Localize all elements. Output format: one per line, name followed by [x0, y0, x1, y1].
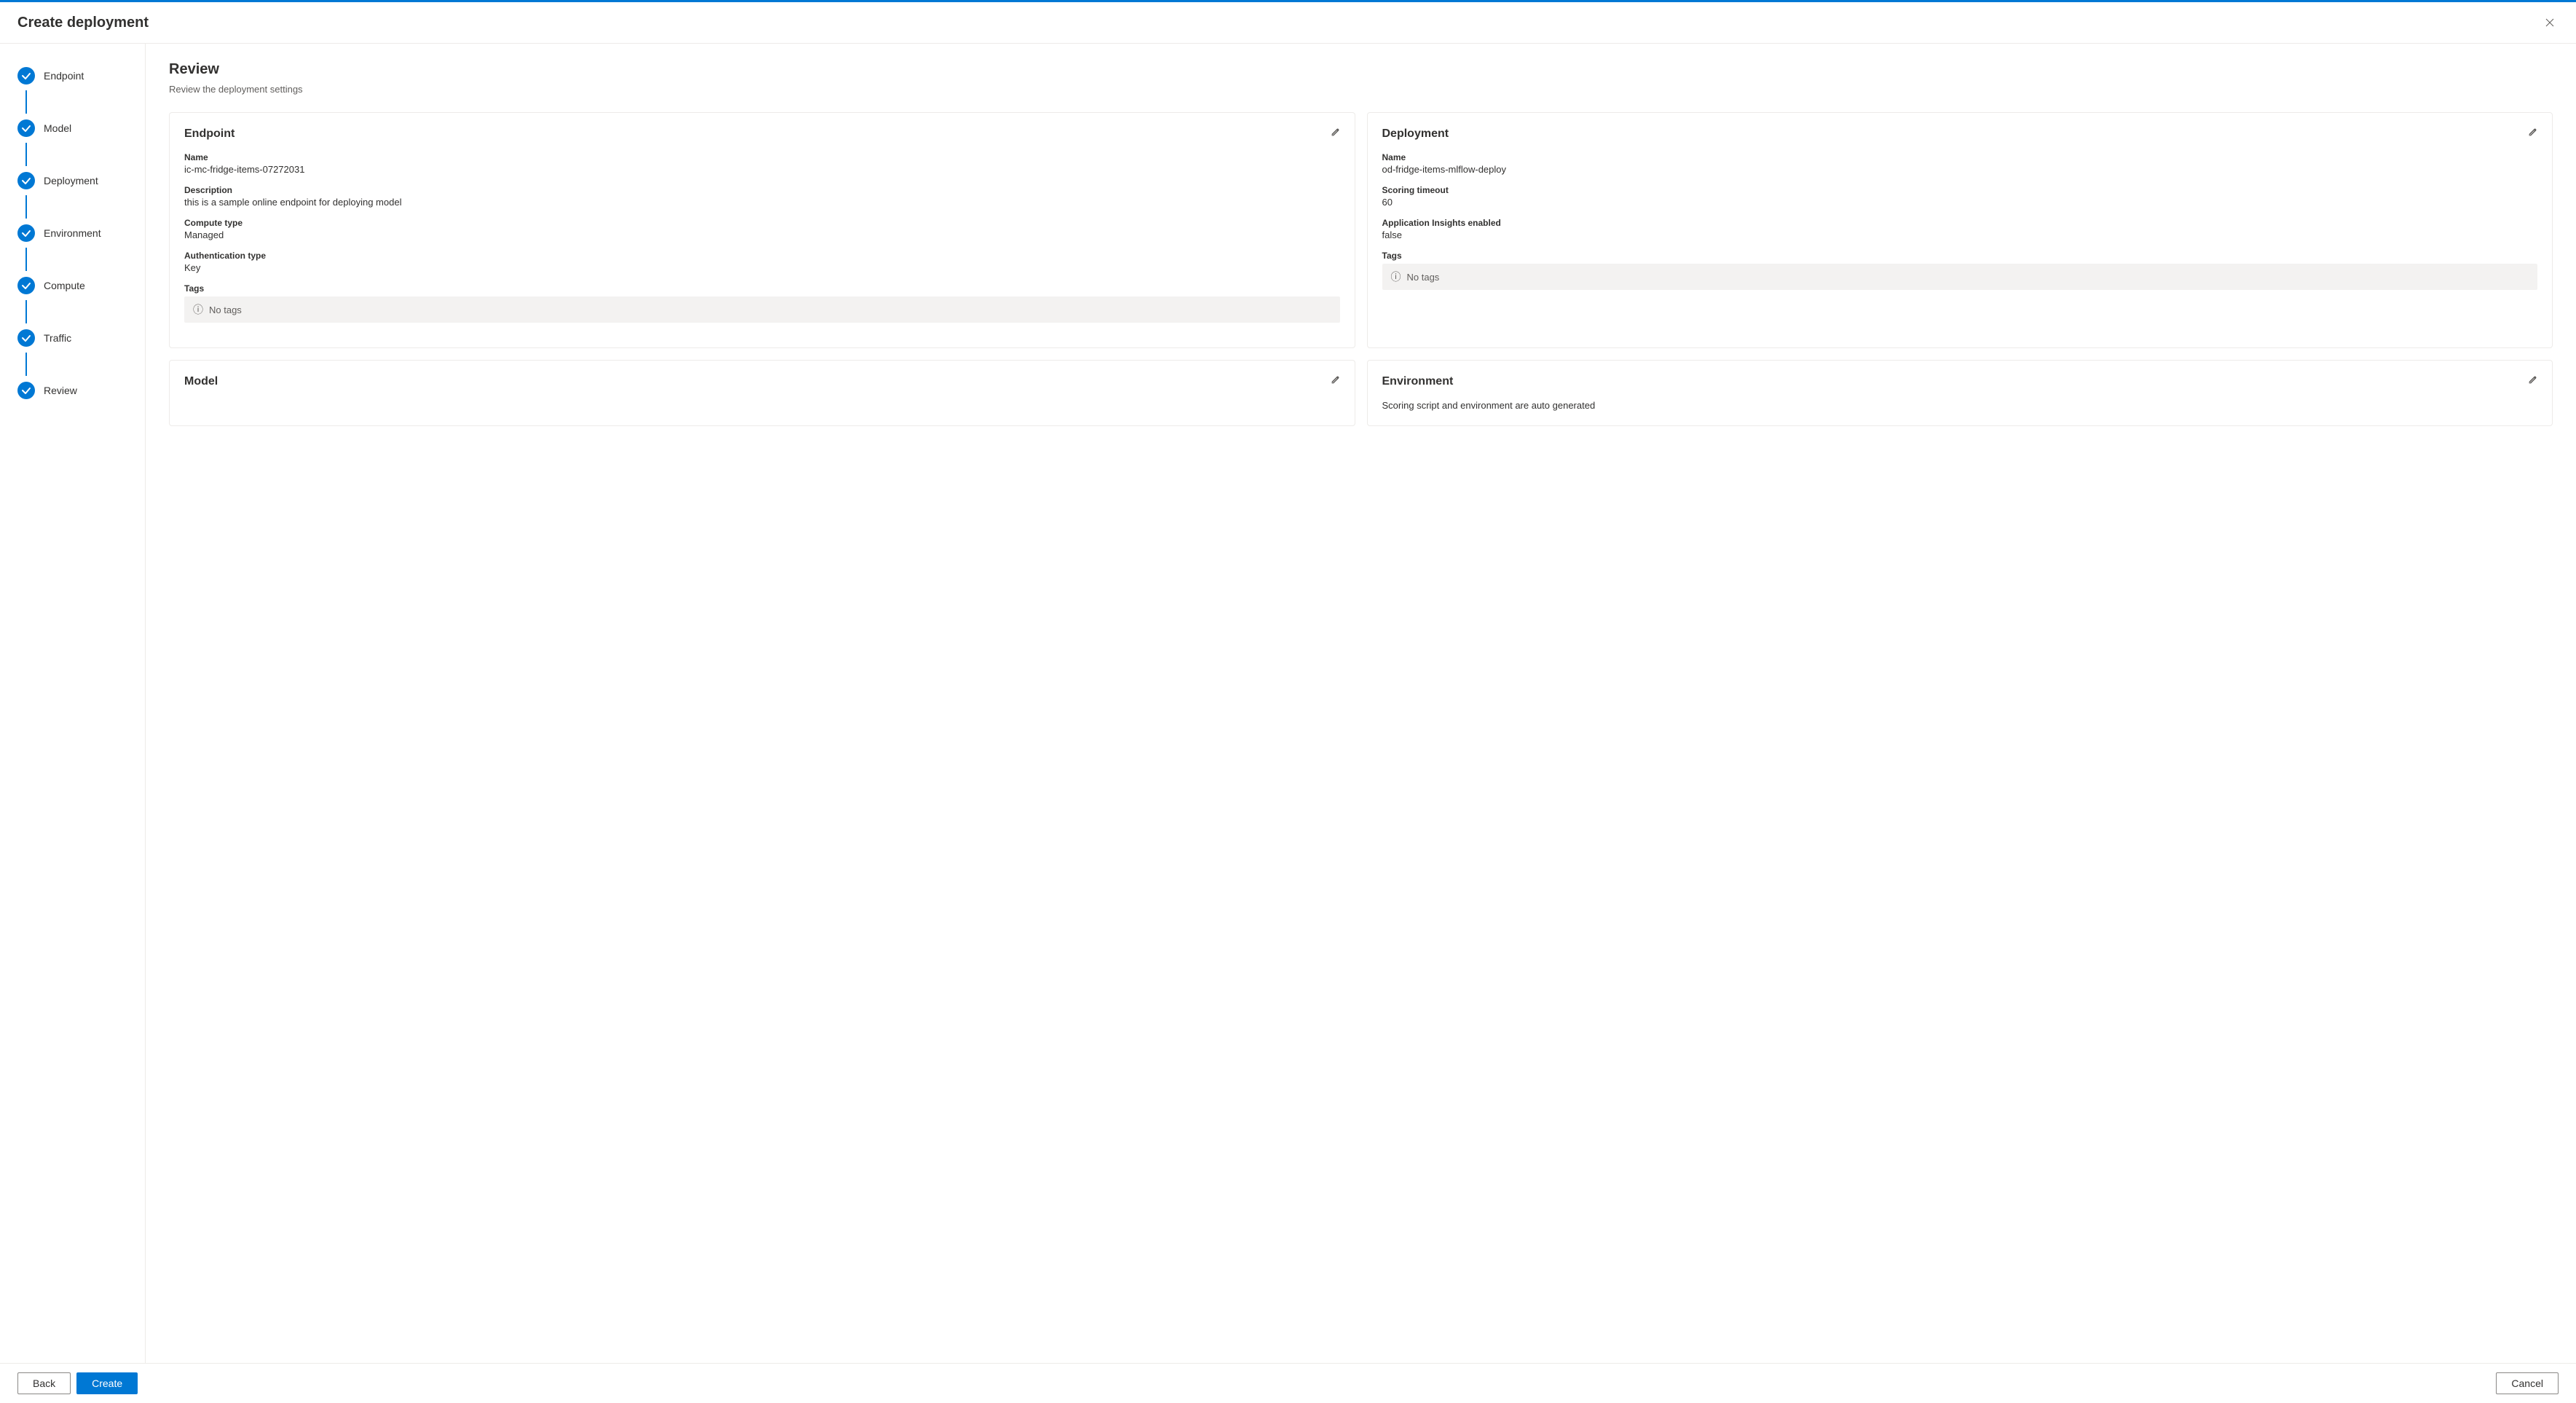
cancel-button[interactable]: Cancel [2496, 1372, 2559, 1394]
sidebar: Endpoint Model [0, 44, 146, 1363]
deployment-timeout-field: Scoring timeout 60 [1382, 185, 2538, 208]
step-label-model: Model [44, 122, 71, 134]
endpoint-name-field: Name ic-mc-fridge-items-07272031 [184, 152, 1340, 175]
endpoint-description-field: Description this is a sample online endp… [184, 185, 1340, 208]
dialog-title: Create deployment [17, 15, 149, 31]
endpoint-compute-field: Compute type Managed [184, 218, 1340, 240]
deployment-tags-box: ⓘ No tags [1382, 264, 2538, 290]
deployment-edit-button[interactable] [2524, 125, 2540, 143]
endpoint-auth-label: Authentication type [184, 251, 1340, 261]
endpoint-auth-value: Key [184, 262, 1340, 273]
dialog-body: Endpoint Model [0, 44, 2576, 1363]
step-label-compute: Compute [44, 280, 85, 291]
endpoint-card: Endpoint Name ic-mc-fridge-items-0727203… [169, 112, 1355, 348]
review-subtitle: Review the deployment settings [169, 84, 2553, 95]
deployment-tags-field: Tags ⓘ No tags [1382, 251, 2538, 290]
deployment-card: Deployment Name od-fridge-items-mlflow-d… [1367, 112, 2553, 348]
step-connector-5 [25, 353, 27, 376]
info-icon-endpoint: ⓘ [193, 302, 203, 317]
endpoint-compute-label: Compute type [184, 218, 1340, 228]
step-connector-4 [25, 300, 27, 323]
environment-description: Scoring script and environment are auto … [1382, 400, 2538, 411]
deployment-no-tags: No tags [1407, 272, 1440, 283]
step-label-environment: Environment [44, 227, 101, 239]
step-icon-endpoint [17, 67, 35, 85]
dialog-header: Create deployment [0, 2, 2576, 44]
endpoint-tags-field: Tags ⓘ No tags [184, 283, 1340, 323]
main-content: Review Review the deployment settings En… [146, 44, 2576, 1363]
step-label-endpoint: Endpoint [44, 70, 84, 82]
info-icon-deployment: ⓘ [1391, 270, 1401, 284]
cards-grid: Endpoint Name ic-mc-fridge-items-0727203… [169, 112, 2553, 426]
deployment-name-field: Name od-fridge-items-mlflow-deploy [1382, 152, 2538, 175]
close-button[interactable] [2541, 14, 2559, 31]
step-icon-environment [17, 224, 35, 242]
footer-left-actions: Back Create [17, 1372, 138, 1394]
deployment-name-label: Name [1382, 152, 2538, 162]
deployment-name-value: od-fridge-items-mlflow-deploy [1382, 164, 2538, 175]
step-label-traffic: Traffic [44, 332, 71, 344]
step-deployment[interactable]: Deployment [0, 166, 145, 219]
dialog-footer: Back Create Cancel [0, 1363, 2576, 1403]
endpoint-edit-button[interactable] [1327, 125, 1343, 143]
endpoint-compute-value: Managed [184, 229, 1340, 240]
environment-edit-button[interactable] [2524, 372, 2540, 390]
step-connector-3 [25, 248, 27, 271]
step-label-deployment: Deployment [44, 175, 98, 186]
deployment-timeout-value: 60 [1382, 197, 2538, 208]
deployment-tags-label: Tags [1382, 251, 2538, 261]
environment-card-title: Environment [1382, 375, 2538, 388]
create-deployment-dialog: Create deployment Endpoint [0, 0, 2576, 1403]
step-icon-compute [17, 277, 35, 294]
step-compute[interactable]: Compute [0, 271, 145, 323]
step-review[interactable]: Review [0, 376, 145, 405]
model-edit-button[interactable] [1327, 372, 1343, 390]
review-heading: Review [169, 61, 2553, 78]
endpoint-name-value: ic-mc-fridge-items-07272031 [184, 164, 1340, 175]
endpoint-auth-field: Authentication type Key [184, 251, 1340, 273]
deployment-insights-value: false [1382, 229, 2538, 240]
create-button[interactable]: Create [76, 1372, 138, 1394]
endpoint-no-tags: No tags [209, 304, 242, 315]
endpoint-name-label: Name [184, 152, 1340, 162]
step-icon-model [17, 119, 35, 137]
step-connector-0 [25, 90, 27, 114]
back-button[interactable]: Back [17, 1372, 71, 1394]
endpoint-description-value: this is a sample online endpoint for dep… [184, 197, 1340, 208]
endpoint-tags-label: Tags [184, 283, 1340, 294]
endpoint-description-label: Description [184, 185, 1340, 195]
deployment-insights-label: Application Insights enabled [1382, 218, 2538, 228]
endpoint-tags-box: ⓘ No tags [184, 296, 1340, 323]
deployment-card-title: Deployment [1382, 127, 2538, 141]
deployment-insights-field: Application Insights enabled false [1382, 218, 2538, 240]
step-icon-deployment [17, 172, 35, 189]
model-card-title: Model [184, 375, 1340, 388]
step-endpoint[interactable]: Endpoint [0, 61, 145, 114]
deployment-timeout-label: Scoring timeout [1382, 185, 2538, 195]
environment-card: Environment Scoring script and environme… [1367, 360, 2553, 426]
step-model[interactable]: Model [0, 114, 145, 166]
step-connector-1 [25, 143, 27, 166]
step-connector-2 [25, 195, 27, 219]
step-icon-traffic [17, 329, 35, 347]
step-environment[interactable]: Environment [0, 219, 145, 271]
step-traffic[interactable]: Traffic [0, 323, 145, 376]
model-card: Model [169, 360, 1355, 426]
endpoint-card-title: Endpoint [184, 127, 1340, 141]
step-icon-review [17, 382, 35, 399]
step-label-review: Review [44, 385, 77, 396]
